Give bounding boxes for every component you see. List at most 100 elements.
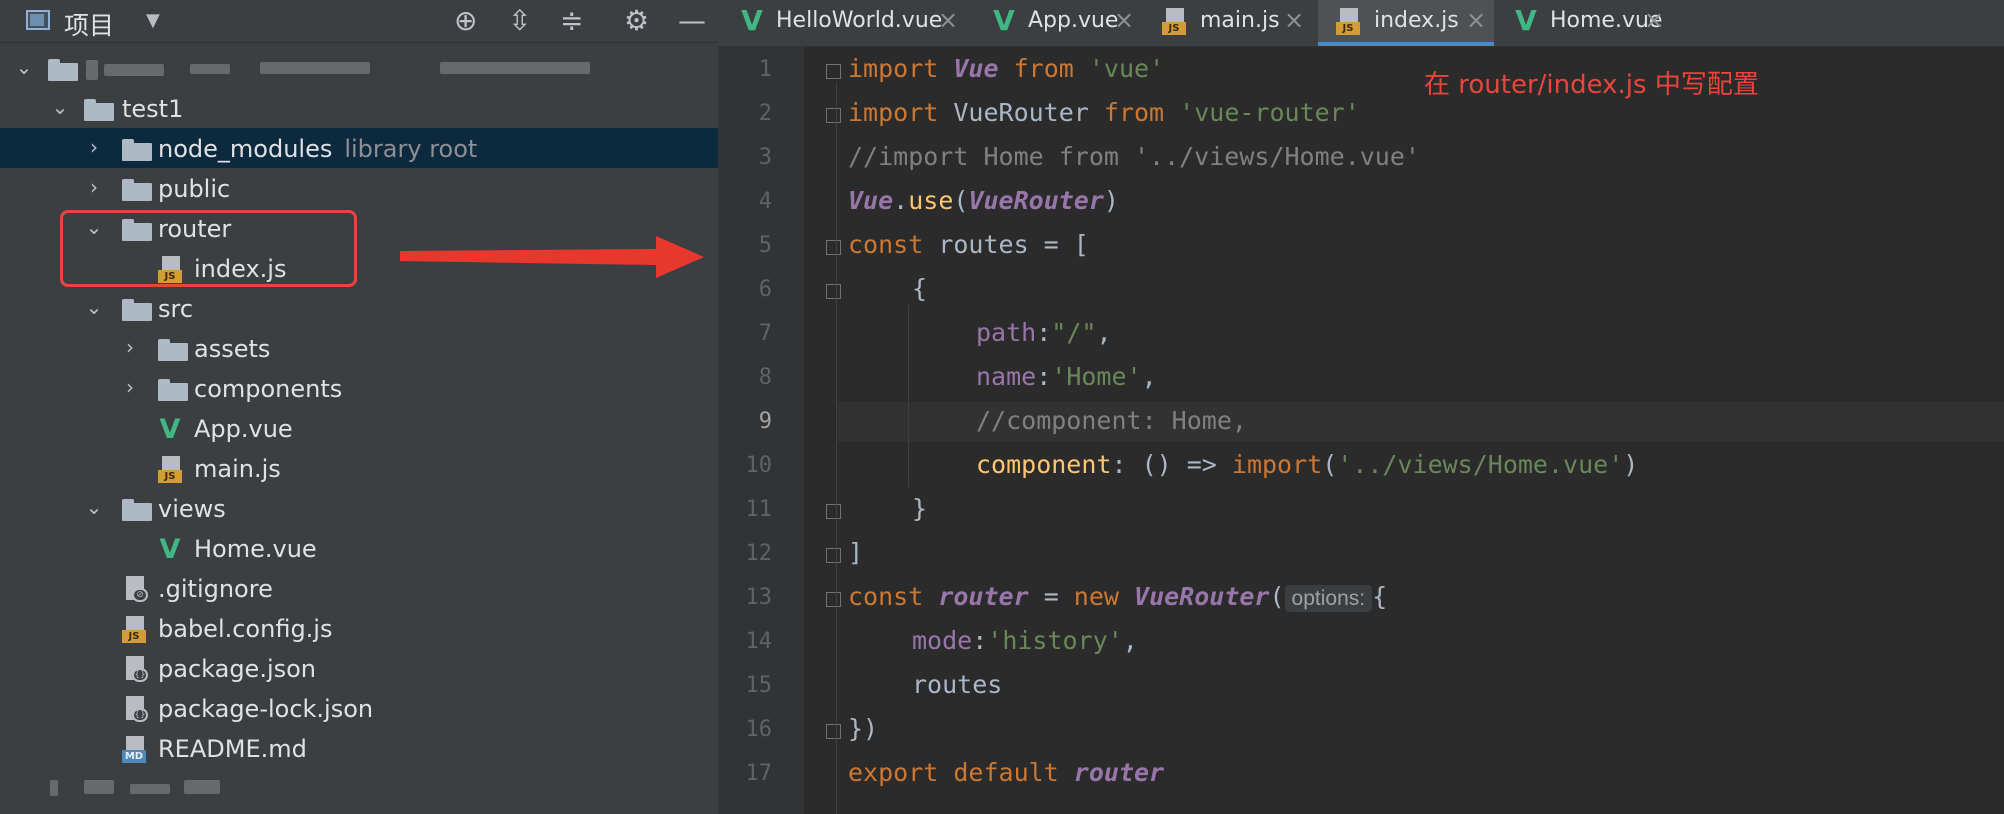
line-number: 4 bbox=[758, 189, 772, 214]
tree-item-components[interactable]: › components bbox=[0, 368, 718, 408]
fold-marker-icon[interactable] bbox=[826, 284, 841, 299]
tree-item-src[interactable]: ⌄ src bbox=[0, 288, 718, 328]
close-icon[interactable]: × bbox=[1466, 6, 1486, 34]
tree-item-label: main.js bbox=[194, 455, 281, 483]
code-line-10[interactable]: component: () => import('../views/Home.v… bbox=[976, 450, 1638, 479]
line-number: 8 bbox=[758, 365, 772, 390]
folder-icon bbox=[122, 179, 152, 201]
gitignore-file-icon: ⊘ bbox=[124, 576, 148, 604]
tree-item-name: node_modules bbox=[158, 135, 333, 163]
tab-main-js[interactable]: JS main.js × bbox=[1138, 0, 1308, 46]
folder-icon bbox=[84, 99, 114, 121]
tree-item-public[interactable]: › public bbox=[0, 168, 718, 208]
tree-item-babel-config[interactable]: JS babel.config.js bbox=[0, 608, 718, 648]
fold-guide-line bbox=[836, 82, 837, 814]
tab-label: main.js bbox=[1200, 8, 1280, 33]
code-line-7[interactable]: path:"/", bbox=[976, 318, 1112, 347]
close-icon[interactable]: × bbox=[1284, 6, 1304, 34]
code-line-2[interactable]: import VueRouter from 'vue-router' bbox=[848, 98, 1360, 127]
tree-item-label: babel.config.js bbox=[158, 615, 333, 643]
code-line-1[interactable]: import Vue from 'vue' bbox=[848, 54, 1164, 83]
chevron-down-icon[interactable]: ⌄ bbox=[84, 295, 104, 319]
chevron-right-icon[interactable]: › bbox=[120, 335, 140, 359]
tab-label: App.vue bbox=[1028, 8, 1119, 33]
tree-row-root[interactable]: ⌄ bbox=[0, 48, 718, 88]
code-line-11[interactable]: } bbox=[912, 494, 927, 523]
code-line-3[interactable]: //import Home from '../views/Home.vue' bbox=[848, 142, 1420, 171]
code-line-8[interactable]: name:'Home', bbox=[976, 362, 1157, 391]
tab-home-vue[interactable]: V Home.vue × bbox=[1498, 0, 1678, 46]
vue-file-icon: V bbox=[741, 4, 763, 37]
tab-index-js[interactable]: JS index.js × bbox=[1318, 0, 1494, 46]
tab-app-vue[interactable]: V App.vue × bbox=[968, 0, 1138, 46]
redacted-text bbox=[130, 784, 170, 794]
redacted-text bbox=[104, 64, 164, 76]
pointer-arrow-shape bbox=[400, 236, 704, 278]
expand-all-icon[interactable]: ⇳ bbox=[508, 5, 531, 37]
code-line-6[interactable]: { bbox=[912, 274, 927, 303]
tab-helloworld-vue[interactable]: V HelloWorld.vue × bbox=[718, 0, 968, 46]
code-line-12[interactable]: ] bbox=[848, 538, 863, 567]
fold-marker-icon[interactable] bbox=[826, 108, 841, 123]
gear-icon[interactable]: ⚙ bbox=[624, 5, 649, 37]
tree-item-label: .gitignore bbox=[158, 575, 273, 603]
fold-marker-icon[interactable] bbox=[826, 592, 841, 607]
fold-marker-icon[interactable] bbox=[826, 64, 841, 79]
chevron-down-icon[interactable]: ⌄ bbox=[84, 495, 104, 519]
code-line-9[interactable]: //component: Home, bbox=[976, 406, 1247, 435]
tree-item-node-modules[interactable]: › node_modules library root bbox=[0, 128, 718, 168]
code-line-5[interactable]: const routes = [ bbox=[848, 230, 1089, 259]
vue-file-icon: V bbox=[1515, 4, 1537, 37]
chevron-right-icon[interactable]: › bbox=[84, 175, 104, 199]
close-icon[interactable]: × bbox=[1644, 6, 1664, 34]
collapse-all-icon[interactable]: ≑ bbox=[560, 5, 583, 37]
tree-item-app-vue[interactable]: V App.vue bbox=[0, 408, 718, 448]
folder-icon bbox=[122, 499, 152, 521]
tree-item-gitignore[interactable]: ⊘ .gitignore bbox=[0, 568, 718, 608]
code-line-15[interactable]: routes bbox=[912, 670, 1002, 699]
chevron-down-icon[interactable]: ⌄ bbox=[14, 55, 34, 79]
tree-item-assets[interactable]: › assets bbox=[0, 328, 718, 368]
tree-item-label: public bbox=[158, 175, 231, 203]
chevron-down-icon[interactable]: ▼ bbox=[146, 10, 160, 31]
redacted-text bbox=[190, 64, 230, 74]
redacted-text bbox=[184, 780, 220, 794]
code-line-17[interactable]: export default router bbox=[848, 758, 1164, 787]
annotation-text: 在 router/index.js 中写配置 bbox=[1424, 70, 1759, 100]
folder-icon bbox=[158, 379, 188, 401]
code-line-14[interactable]: mode:'history', bbox=[912, 626, 1138, 655]
minimize-icon[interactable]: — bbox=[678, 5, 706, 37]
project-panel-title[interactable]: 项目 bbox=[64, 6, 114, 42]
line-number: 3 bbox=[758, 145, 772, 170]
tree-item-home-vue[interactable]: V Home.vue bbox=[0, 528, 718, 568]
close-icon[interactable]: × bbox=[938, 6, 958, 34]
chevron-right-icon[interactable]: › bbox=[84, 135, 104, 159]
line-number: 6 bbox=[758, 277, 772, 302]
parameter-hint: options: bbox=[1284, 585, 1373, 612]
locate-icon[interactable]: ⊕ bbox=[454, 5, 477, 37]
fold-marker-icon[interactable] bbox=[826, 504, 841, 519]
tree-item-package-lock-json[interactable]: {} package-lock.json bbox=[0, 688, 718, 728]
tab-label: index.js bbox=[1374, 8, 1459, 33]
tree-item-test1[interactable]: ⌄ test1 bbox=[0, 88, 718, 128]
chevron-down-icon[interactable]: ⌄ bbox=[50, 95, 70, 119]
vue-file-icon: V bbox=[159, 534, 181, 565]
tree-item-readme[interactable]: MD README.md bbox=[0, 728, 718, 768]
fold-marker-icon[interactable] bbox=[826, 724, 841, 739]
code-line-13[interactable]: const router = new VueRouter(options:{ bbox=[848, 582, 1387, 612]
chevron-right-icon[interactable]: › bbox=[120, 375, 140, 399]
fold-marker-icon[interactable] bbox=[826, 548, 841, 563]
json-file-icon: {} bbox=[124, 696, 148, 724]
close-icon[interactable]: × bbox=[1114, 6, 1134, 34]
tree-item-main-js[interactable]: JS main.js bbox=[0, 448, 718, 488]
js-file-icon: JS bbox=[122, 616, 148, 644]
fold-marker-icon[interactable] bbox=[826, 240, 841, 255]
code-line-4[interactable]: Vue.use(VueRouter) bbox=[848, 186, 1119, 215]
tree-item-package-json[interactable]: {} package.json bbox=[0, 648, 718, 688]
tree-row-external-libraries[interactable] bbox=[0, 768, 718, 808]
tree-item-views[interactable]: ⌄ views bbox=[0, 488, 718, 528]
markdown-file-icon: MD bbox=[122, 736, 148, 764]
redacted-text bbox=[440, 62, 590, 74]
code-line-16[interactable]: }) bbox=[848, 714, 878, 743]
js-file-icon: JS bbox=[158, 456, 184, 484]
